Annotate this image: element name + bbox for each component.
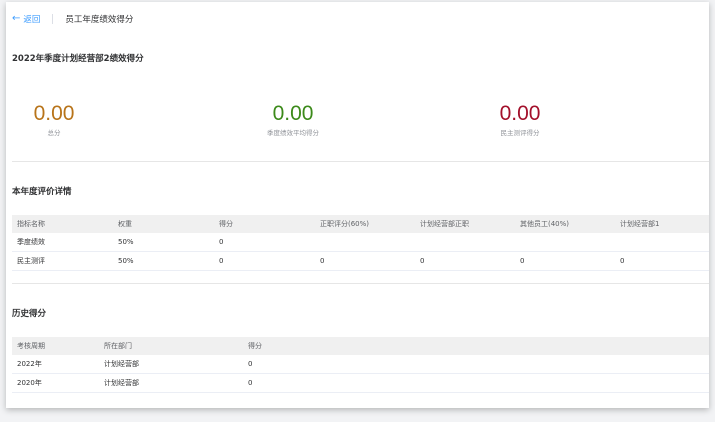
section-divider [12, 161, 709, 162]
democratic-eval-score: 0.00 民主测评得分 [480, 102, 560, 138]
table-row: 民主测评 50% 0 0 0 0 0 [12, 252, 709, 271]
quarterly-average-score: 0.00 季度绩效平均得分 [243, 102, 343, 138]
history-header-cell: 得分 [248, 342, 262, 350]
history-table: 考核周期 所在部门 得分 2022年 计划经营部 0 2020年 计划经营部 0 [12, 337, 709, 393]
table-cell: 计划经营部 [104, 360, 139, 368]
table-cell: 0 [420, 257, 425, 265]
history-table-header: 考核周期 所在部门 得分 [12, 337, 709, 355]
eval-header-cell: 权重 [118, 220, 132, 228]
page-title: 2022年季度计划经营部2绩效得分 [12, 54, 144, 64]
history-section-title: 历史得分 [12, 309, 47, 319]
eval-table: 指标名称 权重 得分 正职评分(60%) 计划经营部正职 其他员工(40%) 计… [12, 215, 709, 271]
section-divider [12, 283, 709, 284]
democratic-eval-label: 民主测评得分 [500, 129, 540, 137]
eval-header-cell: 计划经营部1 [620, 220, 660, 228]
quarterly-average-label: 季度绩效平均得分 [267, 129, 319, 137]
table-cell: 0 [219, 238, 224, 246]
eval-header-cell: 指标名称 [17, 220, 45, 228]
score-card: ← 返回 员工年度绩效得分 2022年季度计划经营部2绩效得分 0.00 总分 … [6, 2, 709, 408]
eval-table-header: 指标名称 权重 得分 正职评分(60%) 计划经营部正职 其他员工(40%) 计… [12, 215, 709, 233]
quarterly-average-value: 0.00 [272, 102, 314, 125]
eval-header-cell: 计划经营部正职 [420, 220, 469, 228]
arrow-left-icon: ← [12, 13, 21, 24]
breadcrumb-divider [52, 14, 54, 24]
table-row: 2020年 计划经营部 0 [12, 374, 709, 393]
table-cell: 0 [219, 257, 224, 265]
table-cell: 0 [620, 257, 625, 265]
table-cell: 民主测评 [17, 257, 45, 265]
table-cell: 0 [320, 257, 325, 265]
table-cell: 50% [118, 238, 134, 246]
table-cell: 2022年 [17, 360, 42, 368]
eval-header-cell: 正职评分(60%) [320, 220, 370, 228]
back-button[interactable]: ← 返回 [12, 13, 41, 26]
total-score: 0.00 总分 [24, 102, 84, 138]
history-header-cell: 考核周期 [17, 342, 45, 350]
table-row: 季度绩效 50% 0 [12, 233, 709, 252]
table-cell: 50% [118, 257, 134, 265]
table-cell: 0 [248, 379, 253, 387]
top-bar: ← 返回 员工年度绩效得分 [12, 11, 133, 27]
democratic-eval-value: 0.00 [499, 102, 541, 125]
table-cell: 0 [248, 360, 253, 368]
table-row: 2022年 计划经营部 0 [12, 355, 709, 374]
back-label: 返回 [23, 15, 41, 25]
table-cell: 2020年 [17, 379, 42, 387]
total-score-value: 0.00 [33, 102, 75, 125]
eval-section-title: 本年度评价详情 [12, 187, 72, 197]
eval-header-cell: 其他员工(40%) [520, 220, 570, 228]
table-cell: 季度绩效 [17, 238, 45, 246]
table-cell: 0 [520, 257, 525, 265]
total-score-label: 总分 [47, 129, 61, 137]
eval-header-cell: 得分 [219, 220, 233, 228]
breadcrumb: 员工年度绩效得分 [65, 15, 134, 25]
history-header-cell: 所在部门 [104, 342, 132, 350]
table-cell: 计划经营部 [104, 379, 139, 387]
